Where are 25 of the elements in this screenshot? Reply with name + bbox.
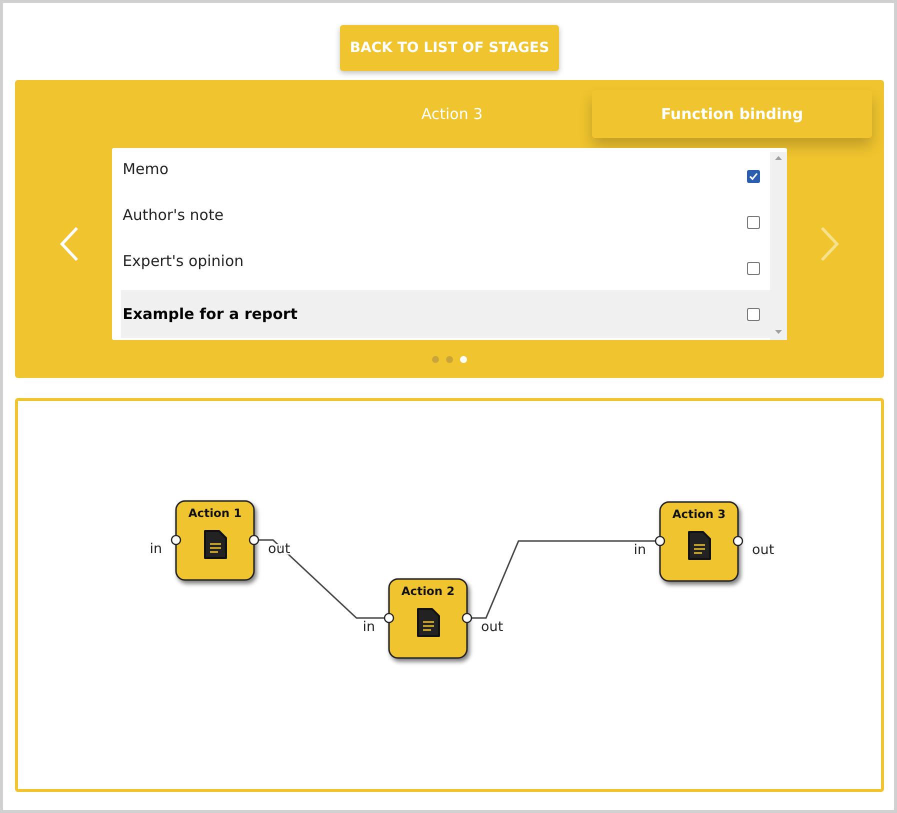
list-item[interactable]: Author's note	[120, 198, 770, 244]
input-port[interactable]	[170, 534, 182, 546]
input-port[interactable]	[654, 536, 666, 546]
list-item[interactable]: Memo	[120, 152, 770, 198]
input-port[interactable]	[384, 612, 394, 624]
port-label: out	[481, 619, 504, 635]
list-item[interactable]: Expert's opinion	[120, 244, 770, 290]
page-dot[interactable]	[432, 356, 439, 363]
port-label: out	[752, 542, 774, 558]
output-port[interactable]	[248, 534, 260, 546]
output-port[interactable]	[462, 612, 472, 624]
checkbox[interactable]	[747, 262, 760, 275]
list-item[interactable]: Example for a report	[120, 290, 770, 338]
port-label: in	[362, 619, 375, 635]
port-label: in	[634, 542, 646, 558]
port-label: in	[150, 541, 162, 557]
checkbox[interactable]	[747, 216, 760, 229]
output-port[interactable]	[732, 536, 744, 546]
checkbox[interactable]	[747, 170, 760, 183]
checkbox[interactable]	[747, 308, 760, 320]
document-icon	[688, 531, 711, 560]
page-dot[interactable]	[446, 356, 453, 363]
document-icon	[417, 608, 440, 637]
document-icon	[204, 530, 227, 559]
page-dot[interactable]	[460, 356, 467, 363]
